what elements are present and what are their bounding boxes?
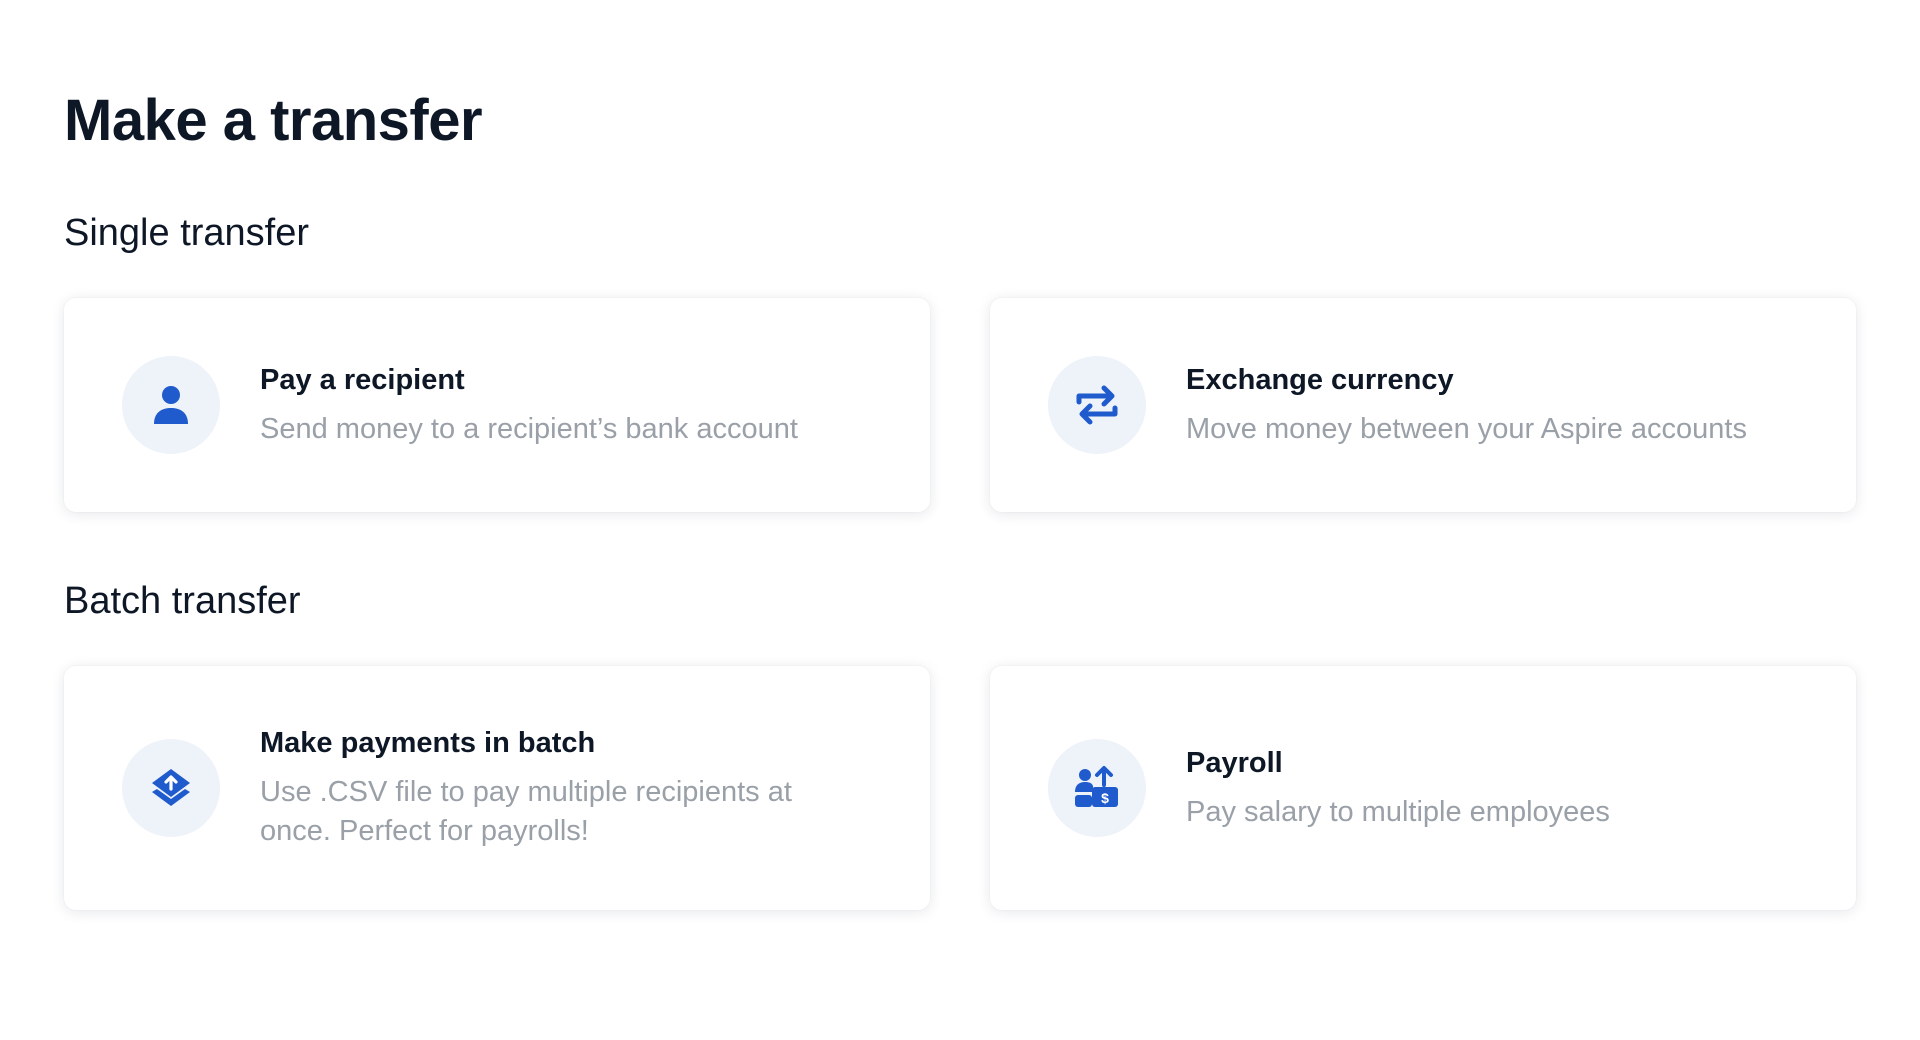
batch-payments-icon-container	[122, 739, 220, 837]
payroll-icon: $	[1075, 766, 1118, 807]
batch-transfer-cards: Make payments in batch Use .CSV file to …	[64, 666, 1856, 910]
person-icon	[154, 386, 188, 424]
pay-recipient-card[interactable]: Pay a recipient Send money to a recipien…	[64, 298, 930, 512]
payroll-icon-container: $	[1048, 739, 1146, 837]
card-description: Send money to a recipient’s bank account	[260, 412, 798, 445]
batch-upload-icon	[152, 769, 190, 806]
card-title: Pay a recipient	[260, 363, 465, 396]
exchange-currency-icon-container	[1048, 356, 1146, 454]
card-description: Pay salary to multiple employees	[1186, 795, 1610, 828]
exchange-arrows-icon	[1076, 385, 1118, 425]
payroll-text: Payroll Pay salary to multiple employees	[1186, 745, 1610, 832]
pay-recipient-icon-container	[122, 356, 220, 454]
card-title: Payroll	[1186, 746, 1283, 779]
batch-payments-card[interactable]: Make payments in batch Use .CSV file to …	[64, 666, 930, 910]
payroll-card[interactable]: $ Payroll Pay salary to multiple employe…	[990, 666, 1856, 910]
section-title-batch-transfer: Batch transfer	[64, 580, 301, 622]
page-title: Make a transfer	[64, 88, 483, 153]
card-title: Exchange currency	[1186, 363, 1454, 396]
transfer-page: Make a transfer Single transfer Pay a re…	[0, 0, 1920, 1040]
section-title-single-transfer: Single transfer	[64, 212, 310, 254]
card-description: Move money between your Aspire accounts	[1186, 412, 1747, 445]
card-description: Use .CSV file to pay multiple recipients…	[260, 776, 792, 847]
exchange-currency-card[interactable]: Exchange currency Move money between you…	[990, 298, 1856, 512]
exchange-currency-text: Exchange currency Move money between you…	[1186, 362, 1747, 449]
card-title: Make payments in batch	[260, 727, 596, 759]
svg-text:$: $	[1101, 790, 1109, 806]
single-transfer-cards: Pay a recipient Send money to a recipien…	[64, 298, 1856, 512]
pay-recipient-text: Pay a recipient Send money to a recipien…	[260, 362, 798, 449]
batch-payments-text: Make payments in batch Use .CSV file to …	[260, 725, 860, 851]
